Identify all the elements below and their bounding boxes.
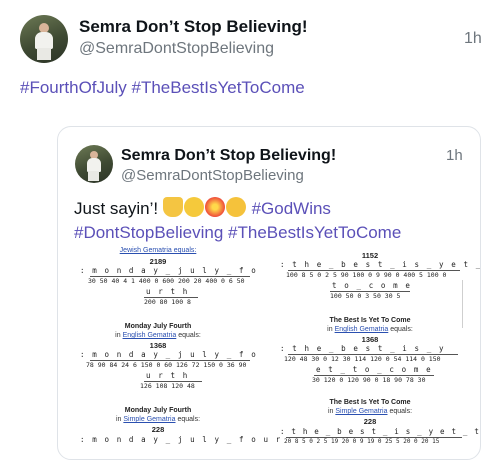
right-top-numbers-2: 100 50 0 3 50 30 5 [330,292,401,300]
english-gematria-link[interactable]: English Gematria [335,326,389,333]
quoted-text-prefix: Just sayin’! [74,199,159,218]
right-block2-value: 1368 [361,335,379,344]
collision-icon [204,197,225,217]
right-block2-title: The Best Is Yet To Come [329,317,411,324]
right-block2-source: in English Gematria equals: [290,326,450,333]
author-handle[interactable]: @SemraDontStopBelieving [79,40,274,58]
quoted-author-display-name[interactable]: Semra Don’t Stop Believing! [121,147,336,165]
gematria-image-left: Jewish Gematria equals: 2189 : m o n d a… [78,247,280,457]
left-block2-source: in English Gematria equals: [78,332,238,339]
right-block3-source: in Simple Gematria equals: [290,408,450,415]
jewish-gematria-link[interactable]: Jewish Gematria equals: [120,247,197,254]
post-hashtags[interactable]: #FourthOfJuly #TheBestIsYetToCome [20,78,305,98]
avatar-figure-legs [88,171,99,181]
right-top-numbers: 100 8 5 0 2 5 90 100 0 9 90 0 400 5 100 … [286,271,447,279]
gematria-image-right: 1152 : t h e _ b e s t _ i s _ y e t _ 1… [280,247,480,457]
post-timestamp[interactable]: 1h [464,30,482,48]
smiling-face-with-halo-icon [183,197,204,217]
left-block2-in: in [115,332,121,339]
left-top-letters-2: u r t h [146,287,189,296]
left-block3-value: 228 [151,425,165,434]
left-block3-in: in [115,416,122,423]
quoted-hashtag-godwins[interactable]: #GodWins [252,199,331,218]
left-block3-letters: : m o n d a y _ j u l y _ f o u r [80,435,282,444]
avatar-figure-body [35,32,53,49]
simple-gematria-link[interactable]: Simple Gematria [335,408,387,415]
right-block2-in: in [327,326,333,333]
right-top-value: 1152 [361,251,379,260]
avatar-figure-legs [37,48,51,60]
right-block3-letters: : t h e _ b e s t _ i s _ y e t _ t o [280,427,481,436]
left-block3-equals: equals: [177,416,201,423]
left-top-link: Jewish Gematria equals: [78,247,238,254]
left-block2-letters-2: u r t h [146,371,189,380]
winking-face-icon [225,197,246,217]
simple-gematria-link[interactable]: Simple Gematria [123,416,175,423]
quoted-post-card[interactable]: Semra Don’t Stop Believing! @SemraDontSt… [57,126,481,460]
quoted-timestamp[interactable]: 1h [446,147,463,164]
right-block3-value: 228 [363,417,377,426]
avatar-figure-body [87,158,101,172]
left-block2-equals: equals: [178,332,201,339]
left-block2-numbers: 78 90 84 24 6 150 0 60 126 72 150 0 36 9… [86,361,247,369]
left-block2-numbers-2: 126 108 120 48 [140,382,195,390]
left-block2-title: Monday July Fourth [124,323,192,330]
image-scroll-divider [462,280,463,328]
quoted-author-handle[interactable]: @SemraDontStopBelieving [121,167,304,184]
author-avatar[interactable] [20,15,68,63]
right-block3-in: in [327,408,334,415]
right-block2-letters: : t h e _ b e s t _ i s _ y [280,344,446,353]
left-block2-value: 1368 [149,341,167,350]
folded-hands-icon [162,197,183,217]
left-top-numbers-2: 200 80 100 8 [144,298,191,306]
right-block2-numbers: 120 48 30 0 12 30 114 120 0 54 114 0 150 [284,355,441,363]
left-block2-letters: : m o n d a y _ j u l y _ f o [80,350,258,359]
right-block2-letters-2: e t _ t o _ c o m e [316,365,433,374]
right-block2-equals: equals: [390,326,413,333]
right-block3-equals: equals: [389,408,413,415]
left-top-value: 2189 [149,257,167,266]
right-top-letters: : t h e _ b e s t _ i s _ y e t _ [280,260,481,269]
english-gematria-link[interactable]: English Gematria [123,332,177,339]
quoted-hashtags-line2[interactable]: #DontStopBelieving #TheBestIsYetToCome [74,223,401,242]
right-block2-numbers-2: 30 120 0 120 90 0 18 90 78 30 [312,376,426,384]
right-top-letters-2: t o _ c o m e [332,281,412,290]
quoted-author-avatar[interactable] [75,145,113,183]
left-top-letters: : m o n d a y _ j u l y _ f o [80,266,258,275]
left-top-numbers: 30 50 40 4 1 400 0 600 200 20 400 0 6 50 [88,277,245,285]
left-block3-title: Monday July Fourth [124,407,192,414]
right-block3-numbers: 20 8 5 0 2 5 19 20 0 9 19 0 25 5 20 0 20… [284,438,440,445]
author-display-name[interactable]: Semra Don’t Stop Believing! [79,17,308,37]
right-block3-title: The Best Is Yet To Come [329,399,411,406]
quoted-post-text: Just sayin’! #GodWins #DontStopBelieving… [74,197,469,245]
left-block3-source: in Simple Gematria equals: [78,416,238,423]
